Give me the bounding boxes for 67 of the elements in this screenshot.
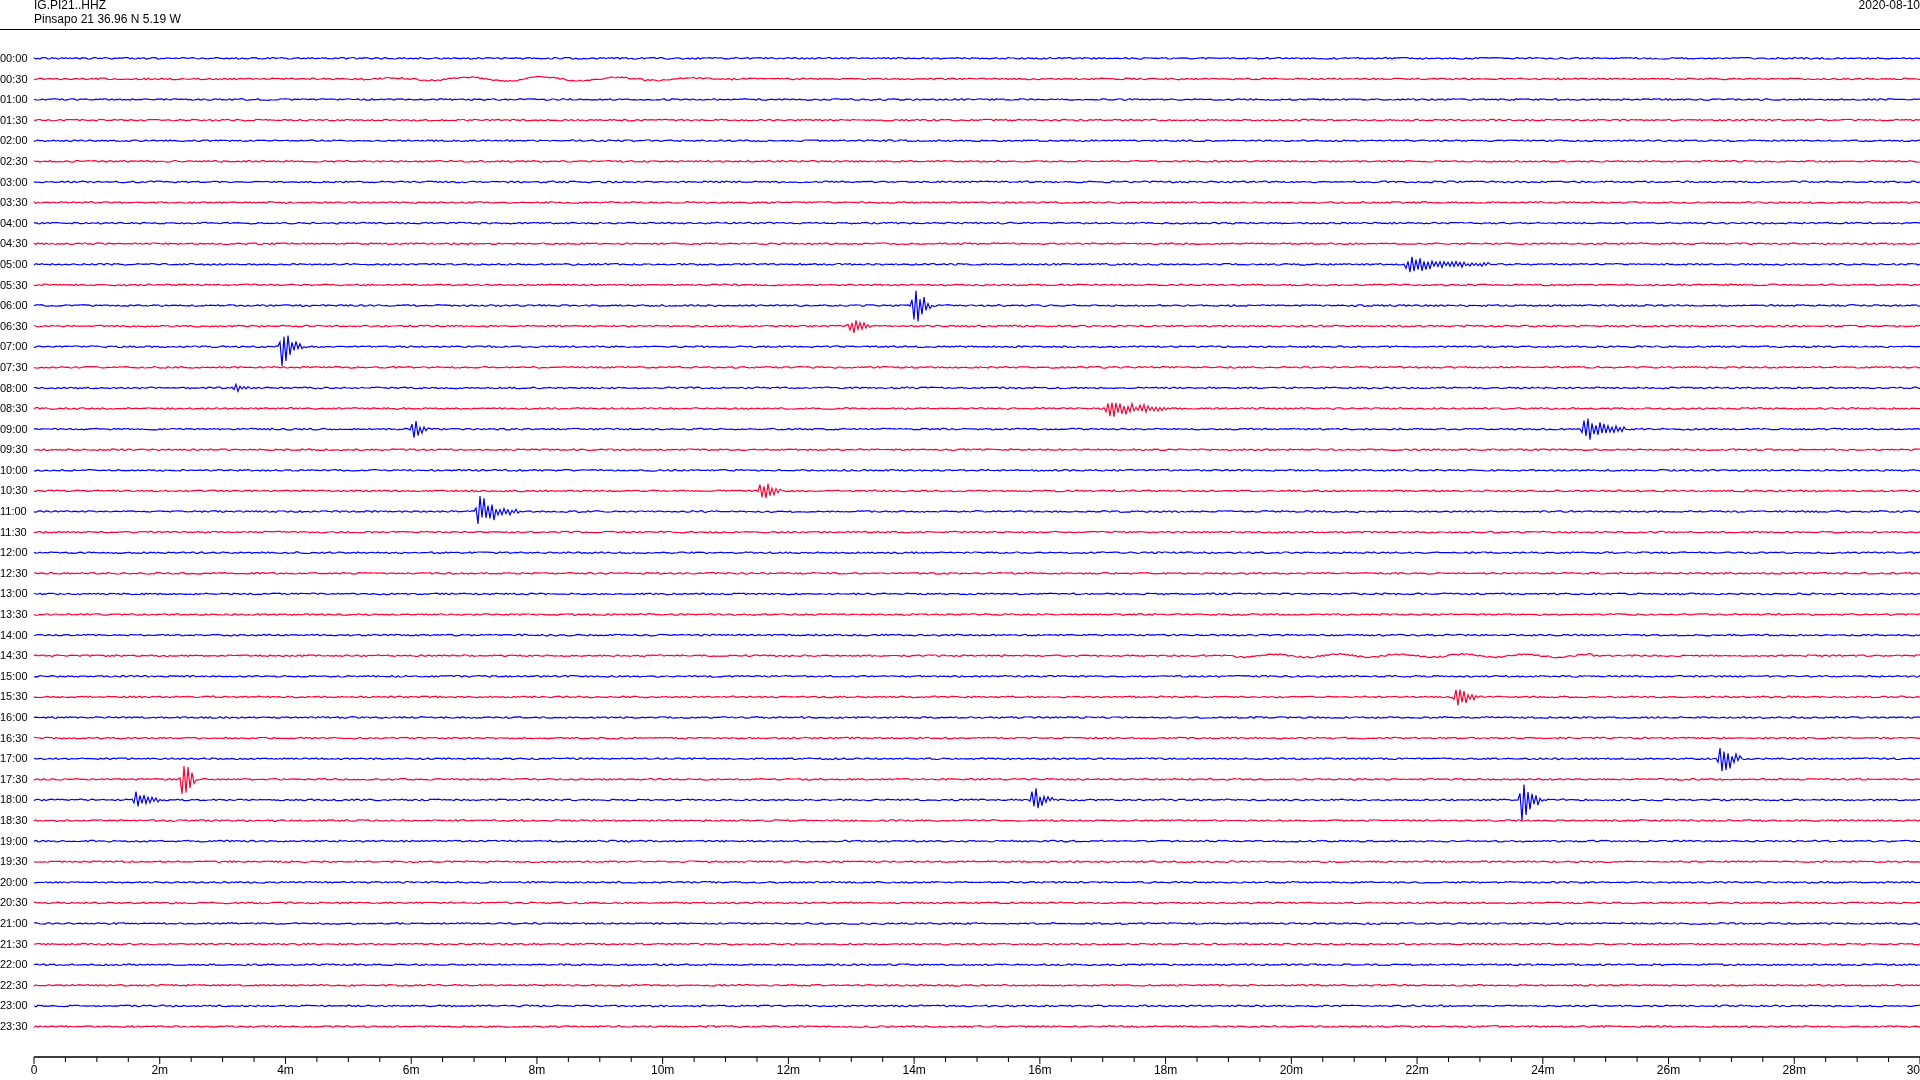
axis-tick-label: 8m: [528, 1062, 546, 1077]
time-label: 04:00: [0, 215, 29, 231]
time-label: 01:00: [0, 92, 29, 108]
time-label: 12:00: [0, 545, 29, 561]
time-label: 08:30: [0, 401, 29, 417]
date-label: 2020-08-10: [1858, 0, 1920, 14]
axis-tick-label: 16m: [1028, 1062, 1052, 1077]
time-label: 06:00: [0, 298, 29, 314]
time-label: 18:30: [0, 812, 29, 828]
time-label: 09:00: [0, 421, 29, 437]
time-label: 07:00: [0, 339, 29, 355]
time-label: 16:00: [0, 710, 29, 725]
axis-tick-label: 24m: [1531, 1062, 1555, 1077]
time-label: 13:00: [0, 586, 29, 602]
time-label: 19:00: [0, 833, 29, 849]
time-label: 02:00: [0, 133, 29, 149]
time-label: 16:30: [0, 730, 29, 746]
axis-tick-label: 10m: [651, 1062, 675, 1077]
time-label: 03:00: [0, 174, 29, 190]
axis-tick-label: 22m: [1405, 1062, 1429, 1077]
time-label: 08:00: [0, 380, 29, 396]
time-label: 10:30: [0, 483, 29, 499]
axis-tick-label: 0: [30, 1062, 38, 1077]
time-label: 15:30: [0, 689, 29, 705]
time-label: 22:30: [0, 977, 29, 993]
axis-tick-label: 28m: [1782, 1062, 1806, 1077]
axis-tick-label: 26m: [1656, 1062, 1681, 1077]
axis-tick-label: 6m: [402, 1062, 420, 1077]
time-label: 06:30: [0, 318, 29, 334]
axis-tick-label: 4m: [277, 1062, 294, 1077]
time-label: 20:30: [0, 895, 29, 911]
time-label: 05:00: [0, 256, 29, 272]
time-label: 15:00: [0, 668, 29, 684]
time-label: 21:30: [0, 936, 29, 952]
time-label: 18:00: [0, 792, 29, 808]
time-label: 14:00: [0, 627, 29, 643]
time-label: 00:30: [0, 71, 29, 87]
axis-tick-label: 2m: [151, 1062, 169, 1077]
axis-tick-label: 30: [1906, 1062, 1920, 1077]
time-label: 11:00: [0, 504, 28, 520]
station-info: Pinsapo 21 36.96 N 5.19 W: [34, 12, 181, 26]
time-label: 23:00: [0, 998, 29, 1014]
time-label: 20:00: [0, 874, 29, 890]
time-label: 22:00: [0, 957, 29, 973]
time-label: 03:30: [0, 195, 29, 211]
axis-tick-label: 12m: [776, 1062, 801, 1077]
time-label: 00:00: [0, 51, 29, 66]
axis-tick-label: 14m: [902, 1062, 926, 1077]
time-label: 01:30: [0, 112, 29, 128]
time-label: 10:00: [0, 462, 29, 478]
time-label: 13:30: [0, 607, 29, 623]
time-label: 02:30: [0, 153, 29, 169]
time-label: 12:30: [0, 565, 29, 581]
time-label: 09:30: [0, 442, 29, 458]
axis-tick-label: 18m: [1153, 1062, 1178, 1077]
time-label: 17:00: [0, 751, 29, 767]
time-label: 04:30: [0, 236, 29, 252]
time-label: 21:00: [0, 915, 29, 931]
axis-tick-label: 20m: [1279, 1062, 1303, 1077]
time-label: 07:30: [0, 359, 29, 375]
time-label: 14:30: [0, 648, 29, 664]
time-label: 05:30: [0, 277, 29, 293]
time-label: 17:30: [0, 771, 29, 787]
time-label: 11:30: [0, 524, 28, 540]
time-label: 19:30: [0, 854, 29, 870]
station-code: IG.PI21..HHZ: [34, 0, 108, 12]
time-label: 23:30: [0, 1018, 29, 1034]
